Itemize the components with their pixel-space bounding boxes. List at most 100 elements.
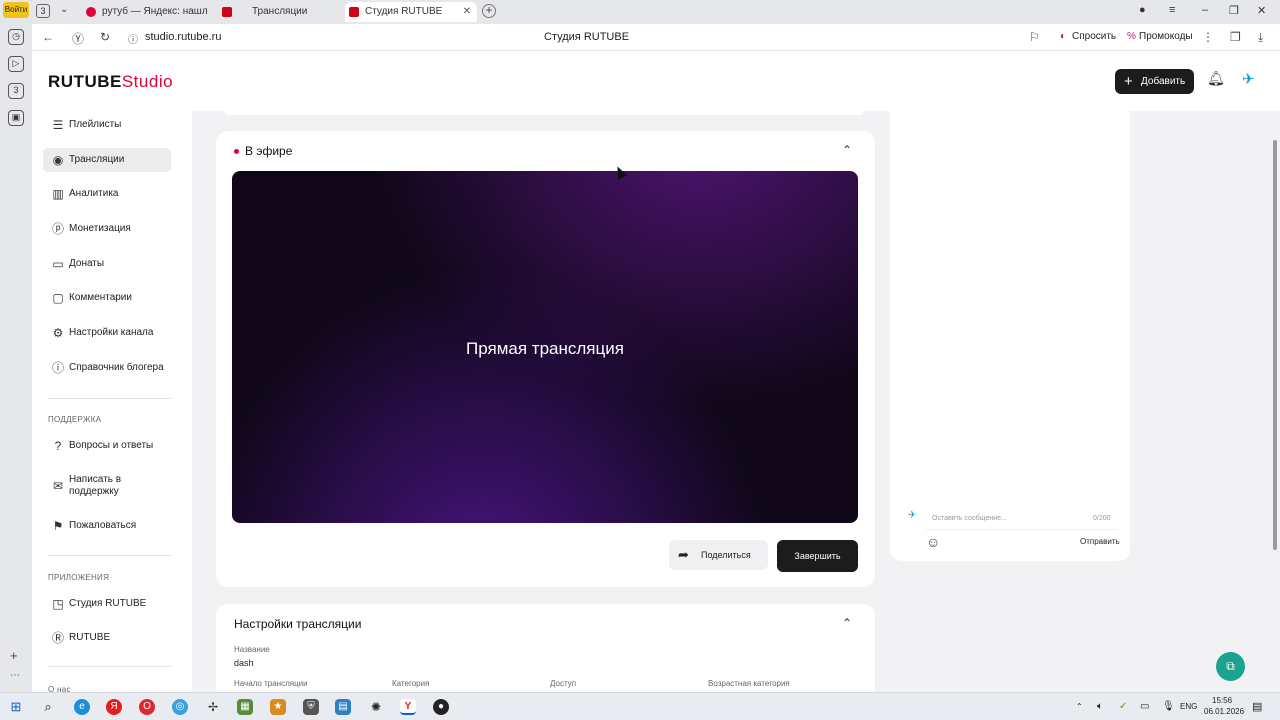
live-indicator (234, 149, 239, 154)
ask-button[interactable]: Спросить (1072, 31, 1116, 42)
close-icon[interactable]: ✕ (463, 2, 471, 22)
add-panel-icon[interactable]: + (10, 648, 18, 663)
chevron-down-icon[interactable]: ⌄ (60, 4, 68, 15)
tabs-count-icon[interactable]: 3 (36, 4, 50, 18)
notifications-icon[interactable]: ▤ (1252, 700, 1262, 713)
battery-icon[interactable]: ▭ (1140, 701, 1149, 712)
sidebar-item-blogger-guide[interactable]: ⓘ Справочник блогера (43, 356, 171, 380)
sidebar-item-rutube-app[interactable]: Ⓡ RUTUBE (43, 626, 171, 650)
sidebar-item-donations[interactable]: ▭ Донаты (43, 252, 171, 276)
access-label: Доступ (550, 679, 577, 688)
add-button[interactable]: + Добавить (1115, 69, 1194, 94)
rutube-app-icon: Ⓡ (51, 631, 64, 645)
sidebar-item-channel-settings[interactable]: ⚙ Настройки канала (43, 321, 171, 345)
comments-icon: ▢ (52, 291, 64, 305)
previous-card-edge (224, 111, 864, 115)
chevron-up-icon[interactable]: ⌃ (842, 143, 852, 157)
ask-icon: ◐ (1060, 31, 1067, 42)
download-icon[interactable]: ⤓ (1258, 30, 1263, 45)
sidebar-item-analytics[interactable]: ▥ Аналитика (43, 182, 171, 206)
chat-input[interactable]: Оставить сообщение... (932, 515, 1007, 522)
tab-studio[interactable]: Студия RUTUBE ✕ (345, 2, 477, 22)
chevron-up-icon[interactable]: ⌃ (1076, 702, 1083, 711)
window-close-icon[interactable]: ✕ (1257, 4, 1266, 17)
gallery-icon[interactable]: ▣ (8, 110, 24, 126)
sidebar-item-studio-app[interactable]: ◳ Студия RUTUBE (43, 592, 171, 616)
tab-broadcasts[interactable]: Трансляции (218, 2, 344, 22)
minecraft-icon[interactable]: ▦ (237, 699, 253, 715)
video-player[interactable]: Прямая трансляция (232, 171, 858, 523)
opera-icon[interactable]: O (139, 699, 155, 715)
yandex-active-icon[interactable]: Y (400, 699, 416, 715)
app-icon[interactable]: ★ (270, 699, 286, 715)
reload-icon[interactable]: ↻ (100, 30, 110, 44)
finish-button[interactable]: Завершить (777, 540, 858, 572)
sidebar-item-playlists[interactable]: ☰ Плейлисты (43, 113, 171, 137)
search-icon[interactable]: ⌕ (40, 699, 56, 715)
support-chat-button[interactable]: ⧉ (1216, 652, 1245, 681)
age-label: Возрастная категория (708, 679, 790, 688)
minimize-icon[interactable]: – (1202, 4, 1208, 16)
send-button[interactable]: Отправить (1080, 537, 1120, 546)
rutube-studio-logo[interactable]: RUTUBEStudio (48, 72, 173, 92)
collections-icon[interactable]: ❐ (1230, 30, 1241, 44)
sidebar-item-broadcasts[interactable]: ◉ Трансляции (43, 148, 171, 172)
obs-icon[interactable]: ● (433, 699, 449, 715)
yandex-icon[interactable]: Ⓨ (72, 30, 84, 47)
yandex-favicon-icon (86, 7, 96, 17)
name-value: dash (234, 658, 254, 668)
tray-app-icon[interactable]: ✓ (1119, 701, 1127, 712)
menu-icon[interactable]: ≡ (1169, 4, 1175, 16)
broadcast-icon: ◉ (52, 153, 64, 167)
sidebar-item-write-support[interactable]: ✉ Написать в поддержку (43, 473, 171, 499)
site-info-icon[interactable]: ⓘ (128, 31, 138, 46)
url-field[interactable]: studio.rutube.ru (145, 31, 221, 43)
promo-button[interactable]: Промокоды (1139, 31, 1193, 42)
share-button[interactable]: ➦ Поделиться (669, 540, 768, 570)
monetization-icon: ⓟ (51, 222, 64, 236)
tab-strip: 3 ⌄ рутуб — Яндекс: нашлось Трансляции С… (32, 0, 1280, 24)
volume-icon[interactable]: 🔈︎ (1097, 701, 1103, 712)
sidebar-item-comments[interactable]: ▢ Комментарии (43, 286, 171, 310)
percent-icon: % (1127, 31, 1136, 42)
address-bar: ← Ⓨ ↻ ⓘ studio.rutube.ru Студия RUTUBE ⚐… (32, 24, 1280, 51)
chevron-up-icon[interactable]: ⌃ (842, 616, 852, 630)
sidebar-item-monetization[interactable]: ⓟ Монетизация (43, 217, 171, 241)
new-tab-button[interactable]: + (482, 4, 496, 18)
microphone-icon[interactable]: 🎙︎ (1162, 701, 1175, 712)
language-indicator[interactable]: ENG (1180, 702, 1197, 711)
counter-icon[interactable]: 3 (8, 83, 24, 99)
yandex-browser-icon[interactable]: Я (106, 699, 122, 715)
chrome-icon[interactable]: ◎ (172, 699, 188, 715)
scrollbar[interactable] (1273, 140, 1277, 550)
info-icon: ⓘ (51, 361, 64, 375)
tab-yandex[interactable]: рутуб — Яндекс: нашлось (82, 2, 208, 22)
sign-in-badge[interactable]: Войти (3, 2, 29, 18)
divider (48, 555, 171, 556)
live-title: В эфире (245, 144, 293, 158)
bookmark-icon[interactable]: ⚐ (1029, 30, 1040, 44)
more-icon[interactable]: ⋯ (10, 670, 20, 681)
game-icon[interactable]: ✢ (205, 699, 221, 715)
window-app-icon[interactable]: ▤ (335, 699, 351, 715)
profile-icon[interactable]: ● (1139, 4, 1146, 16)
char-counter: 0/200 (1093, 515, 1111, 522)
chatgpt-icon[interactable]: ✺ (368, 699, 384, 715)
restore-icon[interactable]: ❐ (1229, 4, 1239, 17)
tank-game-icon[interactable]: ⛨ (303, 699, 319, 715)
edge-icon[interactable]: e (74, 699, 90, 715)
player-title: Прямая трансляция (466, 339, 624, 358)
sidebar-item-faq[interactable]: ? Вопросы и ответы (43, 434, 171, 458)
history-icon[interactable]: ◷ (8, 29, 24, 45)
support-section-title: ПОДДЕРЖКА (48, 415, 102, 424)
avatar[interactable]: ✈ (1242, 70, 1255, 88)
windows-start-icon[interactable]: ⊞ (8, 699, 24, 715)
sidebar-item-report[interactable]: ⚑ Пожаловаться (43, 514, 171, 538)
player-icon[interactable]: ▷ (8, 56, 24, 72)
back-icon[interactable]: ← (42, 30, 54, 44)
more-vertical-icon[interactable]: ⋮ (1202, 30, 1214, 44)
bell-icon[interactable]: 🔔︎ (1207, 70, 1225, 87)
emoji-icon[interactable]: ☺ (926, 534, 940, 550)
divider (48, 398, 171, 399)
plus-icon: + (1124, 73, 1133, 90)
